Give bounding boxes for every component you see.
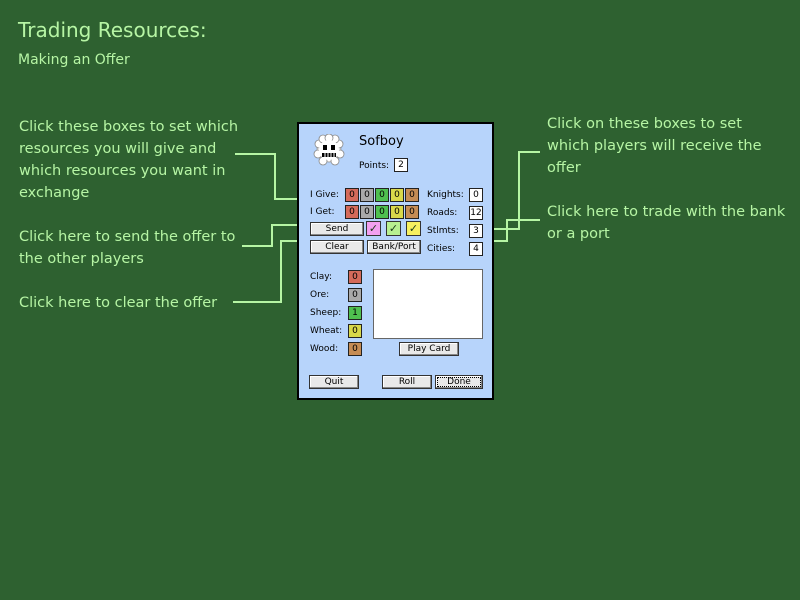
message-box: [373, 269, 483, 339]
points-label: Points:: [359, 161, 390, 171]
note-select-receivers: Click on these boxes to set which player…: [547, 116, 762, 176]
resource-count: 0: [348, 342, 362, 356]
smiley-face-icon: [313, 134, 345, 166]
quit-button[interactable]: Quit: [309, 375, 359, 389]
receiver-checkbox[interactable]: ✓: [366, 221, 381, 236]
player-name: Sofboy: [359, 134, 404, 149]
points-value: 2: [394, 158, 408, 172]
note-send-offer: Click here to send the offer to the othe…: [19, 229, 236, 267]
page-subtitle: Making an Offer: [18, 52, 130, 68]
get-resource-box[interactable]: 0: [345, 205, 359, 219]
cities-label: Cities:: [427, 244, 456, 254]
give-resource-box[interactable]: 0: [390, 188, 404, 202]
note-give-get-boxes: Click these boxes to set which resources…: [19, 119, 239, 201]
send-button[interactable]: Send: [310, 222, 364, 236]
resource-count: 0: [348, 288, 362, 302]
receiver-checkbox[interactable]: ✓: [406, 221, 421, 236]
settlements-value: 3: [469, 224, 483, 238]
note-bank-port: Click here to trade with the bank or a p…: [547, 204, 786, 242]
receiver-checkbox[interactable]: ✓: [386, 221, 401, 236]
give-resource-box[interactable]: 0: [345, 188, 359, 202]
roads-label: Roads:: [427, 208, 458, 218]
settlements-label: Stlmts:: [427, 226, 459, 236]
give-label: I Give:: [310, 190, 339, 200]
get-label: I Get:: [310, 207, 335, 217]
roll-button[interactable]: Roll: [382, 375, 432, 389]
cities-value: 4: [469, 242, 483, 256]
resource-count: 1: [348, 306, 362, 320]
give-resource-box[interactable]: 0: [405, 188, 419, 202]
play-card-button[interactable]: Play Card: [399, 342, 459, 356]
player-hand-panel: Sofboy Points: 2 I Give: I Get: 00000 00…: [297, 122, 494, 400]
resource-label: Sheep:: [310, 308, 342, 318]
resource-label: Ore:: [310, 290, 330, 300]
checkmark-icon: ✓: [408, 222, 419, 235]
page-title: Trading Resources:: [18, 18, 207, 42]
roads-value: 12: [469, 206, 483, 220]
checkmark-icon: ✓: [388, 222, 399, 235]
get-resource-box[interactable]: 0: [390, 205, 404, 219]
resource-count: 0: [348, 324, 362, 338]
bank-port-button[interactable]: Bank/Port: [367, 240, 421, 254]
resource-count: 0: [348, 270, 362, 284]
resource-label: Wood:: [310, 344, 339, 354]
resource-label: Wheat:: [310, 326, 343, 336]
get-resource-box[interactable]: 0: [375, 205, 389, 219]
knights-label: Knights:: [427, 190, 464, 200]
checkmark-icon: ✓: [368, 222, 379, 235]
resource-label: Clay:: [310, 272, 333, 282]
get-resource-box[interactable]: 0: [405, 205, 419, 219]
give-resource-box[interactable]: 0: [360, 188, 374, 202]
clear-button[interactable]: Clear: [310, 240, 364, 254]
get-resource-box[interactable]: 0: [360, 205, 374, 219]
note-clear-offer: Click here to clear the offer: [19, 295, 218, 311]
done-button[interactable]: Done: [435, 375, 483, 389]
give-resource-box[interactable]: 0: [375, 188, 389, 202]
knights-value: 0: [469, 188, 483, 202]
